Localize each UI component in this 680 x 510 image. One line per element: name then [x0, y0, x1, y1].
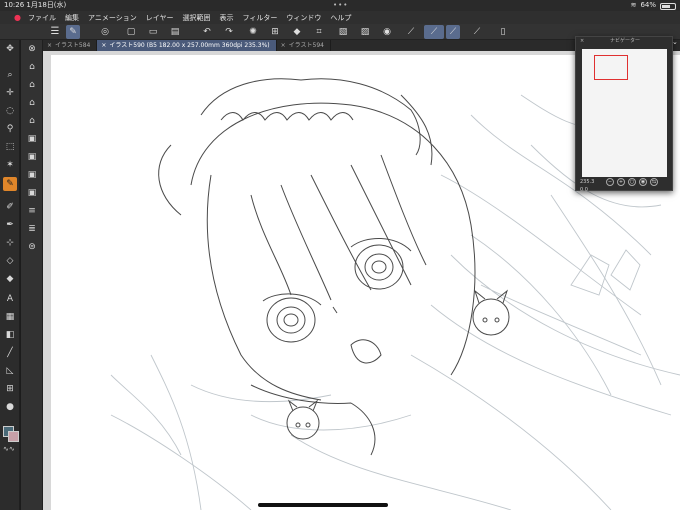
move-icon[interactable]: ✛	[3, 86, 17, 100]
redo-icon[interactable]: ↷	[222, 25, 236, 39]
sub-tool-12-icon[interactable]: ⊜	[25, 240, 39, 254]
fill-tool-icon[interactable]: ◧	[3, 328, 17, 342]
app-logo-icon[interactable]: ●	[14, 13, 24, 23]
select-tool-icon[interactable]: ⬚	[3, 140, 17, 154]
menu-layer[interactable]: レイヤー	[146, 13, 174, 23]
multitask-dots[interactable]: •••	[333, 0, 348, 11]
new-icon[interactable]: ▢	[124, 25, 138, 39]
menu-animation[interactable]: アニメーション	[88, 13, 137, 23]
line-icon[interactable]: ╱	[3, 346, 17, 360]
sub-tool-palette: ⊗ ⌂ ⌂ ⌂ ⌂ ▣ ▣ ▣ ▣ ≡ ≣ ⊜	[21, 40, 43, 510]
navigator-preview[interactable]	[582, 49, 667, 177]
eraser-icon[interactable]: ◇	[3, 254, 17, 268]
lasso-icon[interactable]: ◌	[3, 104, 17, 118]
fill-icon[interactable]: ◆	[290, 25, 304, 39]
battery-percent: 64%	[640, 1, 656, 9]
pencil-alt-icon[interactable]: ⟋	[470, 25, 484, 39]
zoom-out-icon[interactable]: −	[606, 178, 614, 186]
tab-illust-594[interactable]: × イラスト594	[277, 40, 332, 51]
eyedropper-icon[interactable]: ⚲	[3, 122, 17, 136]
sub-tool-11-icon[interactable]: ≣	[25, 222, 39, 236]
navigator-viewport-rect[interactable]	[594, 55, 628, 80]
close-icon[interactable]: ×	[281, 42, 286, 49]
tool-palette: ✥ ⌕ ✛ ◌ ⚲ ⬚ ✶ ✎ ✐ ✒ ⊹ ◇ ◆ A ▦ ◧ ╱ ◺ ⊞ ● …	[0, 40, 20, 510]
ruler-icon[interactable]: ⟋	[404, 25, 418, 39]
magic-wand-icon[interactable]: ✶	[3, 158, 17, 172]
menu-bar: ● ファイル 編集 アニメーション レイヤー 選択範囲 表示 フィルター ウィン…	[0, 11, 680, 24]
open-icon[interactable]: ▭	[146, 25, 160, 39]
close-icon[interactable]: ×	[47, 42, 52, 49]
menu-icon[interactable]: ☰	[48, 25, 62, 39]
home-indicator[interactable]	[258, 503, 388, 507]
zoom-icon[interactable]: ⌕	[3, 68, 17, 82]
pen-mode-icon[interactable]: ✎	[66, 25, 80, 39]
airbrush-icon[interactable]: ⊹	[3, 236, 17, 250]
status-bar: 10:26 1月18日(水) ••• ≋ 64%	[0, 0, 680, 11]
gradient-icon[interactable]: ▦	[3, 310, 17, 324]
layer-icon[interactable]: ◎	[98, 25, 112, 39]
navigator-controls: − + ○ ◉ ⇆	[606, 178, 658, 186]
menu-help[interactable]: ヘルプ	[330, 13, 351, 23]
brush-icon[interactable]: ✒	[3, 218, 17, 232]
navigator-close-icon[interactable]: ×	[580, 37, 584, 46]
figure-icon[interactable]: ◺	[3, 364, 17, 378]
menu-window[interactable]: ウィンドウ	[286, 13, 321, 23]
navigator-angle-value[interactable]: 0.0	[580, 187, 588, 193]
navigator-title: ナビゲーター	[610, 38, 641, 44]
pencil-icon[interactable]: ⟋	[446, 25, 460, 39]
navigator-header: × ナビゲーター	[576, 37, 672, 46]
sub-tool-5-icon[interactable]: ⌂	[25, 114, 39, 128]
sub-tool-6-icon[interactable]: ▣	[25, 132, 39, 146]
status-right: ≋ 64%	[631, 0, 676, 11]
tab-illust-590[interactable]: × イラスト590 (B5 182.00 x 257.00mm 360dpi 23…	[97, 40, 277, 51]
pencil-tool-icon[interactable]: ✐	[3, 200, 17, 214]
sub-color-swatch[interactable]	[8, 431, 19, 442]
wifi-icon: ≋	[630, 1, 637, 9]
cursor-icon[interactable]: ✥	[3, 42, 17, 56]
flip-icon[interactable]: ⇆	[650, 178, 658, 186]
spinner-icon[interactable]: ✺	[246, 25, 260, 39]
undo-icon[interactable]: ↶	[200, 25, 214, 39]
sub-tool-8-icon[interactable]: ▣	[25, 168, 39, 182]
frame-icon[interactable]: ⊞	[3, 382, 17, 396]
menu-edit[interactable]: 編集	[65, 13, 79, 23]
phone-icon[interactable]: ▯	[496, 25, 510, 39]
zoom-in-icon[interactable]: +	[617, 178, 625, 186]
select-icon[interactable]: ▧	[336, 25, 350, 39]
tab-illust-584[interactable]: × イラスト584	[43, 40, 98, 51]
sub-tool-9-icon[interactable]: ▣	[25, 186, 39, 200]
menu-filter[interactable]: フィルター	[243, 13, 278, 23]
blend-icon[interactable]: ◆	[3, 272, 17, 286]
chevron-down-icon[interactable]: ⌄	[672, 38, 678, 46]
pen-tool-icon[interactable]: ✎	[3, 177, 17, 191]
menu-view[interactable]: 表示	[220, 13, 234, 23]
crop-icon[interactable]: ⌗	[312, 25, 326, 39]
actual-size-icon[interactable]: ◉	[639, 178, 647, 186]
battery-icon	[660, 3, 676, 10]
transform-icon[interactable]: ⊞	[268, 25, 282, 39]
navigator-zoom-value[interactable]: 235.3	[580, 179, 594, 185]
text-icon[interactable]: A	[3, 292, 17, 306]
navigator-panel[interactable]: × ナビゲーター 235.3 − + ○ ◉ ⇆ 0.0	[575, 36, 673, 193]
status-time-date: 10:26 1月18日(水)	[4, 1, 67, 9]
pen-icon[interactable]: ⟋	[424, 25, 444, 39]
sub-tool-3-icon[interactable]: ⌂	[25, 78, 39, 92]
menu-file[interactable]: ファイル	[28, 13, 56, 23]
color-swap-icon[interactable]: ∿∿	[3, 445, 15, 453]
sub-tool-7-icon[interactable]: ▣	[25, 150, 39, 164]
save-icon[interactable]: ▤	[168, 25, 182, 39]
fit-icon[interactable]: ○	[628, 178, 636, 186]
sub-tool-4-icon[interactable]: ⌂	[25, 96, 39, 110]
invert-icon[interactable]: ▨	[358, 25, 372, 39]
deselect-icon[interactable]: ◉	[380, 25, 394, 39]
menu-selection[interactable]: 選択範囲	[183, 13, 211, 23]
close-icon[interactable]: ×	[101, 42, 106, 49]
shape-icon[interactable]: ●	[3, 400, 17, 414]
sub-tool-10-icon[interactable]: ≡	[25, 204, 39, 218]
sub-tool-2-icon[interactable]: ⌂	[25, 60, 39, 74]
sub-tool-1-icon[interactable]: ⊗	[25, 42, 39, 56]
